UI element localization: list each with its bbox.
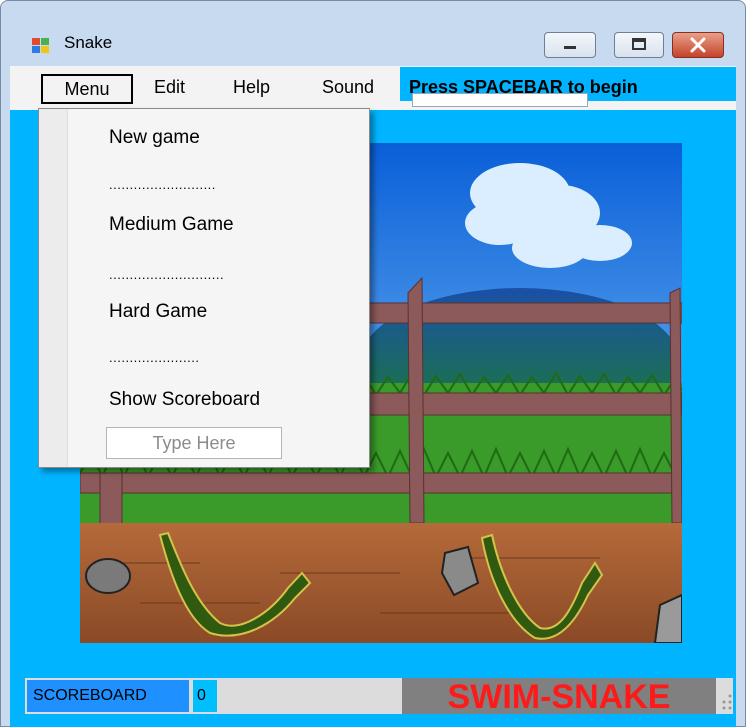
scoreboard-value: 0 <box>193 680 217 712</box>
close-icon <box>690 37 706 53</box>
menu-hard-game[interactable]: Hard Game <box>109 301 207 323</box>
app-window-icon <box>32 38 50 54</box>
menu-item-sound[interactable]: Sound <box>322 77 374 98</box>
menu-separator-1: .......................... <box>109 177 216 192</box>
menu-dropdown: New game .......................... Medi… <box>38 108 370 468</box>
menu-separator-2: ............................ <box>109 267 225 282</box>
minimize-icon <box>564 46 576 49</box>
menu-item-help[interactable]: Help <box>233 77 270 98</box>
close-button[interactable] <box>672 32 724 58</box>
maximize-button[interactable] <box>614 32 664 58</box>
menu-show-scoreboard[interactable]: Show Scoreboard <box>109 389 260 411</box>
menu-separator-3: ...................... <box>109 350 200 365</box>
game-title-label: SWIM-SNAKE <box>402 678 716 716</box>
scoreboard-label: SCOREBOARD <box>27 680 189 712</box>
menu-new-game[interactable]: New game <box>109 127 200 149</box>
menu-item-menu[interactable]: Menu <box>41 74 133 104</box>
maximize-icon <box>632 38 646 50</box>
minimize-button[interactable] <box>544 32 596 58</box>
dropdown-icon-gutter <box>39 109 68 467</box>
menu-medium-game[interactable]: Medium Game <box>109 214 234 236</box>
title-bar[interactable]: Snake <box>0 0 746 60</box>
menu-item-edit[interactable]: Edit <box>154 77 185 98</box>
start-instruction-text: Press SPACEBAR to begin <box>409 77 638 97</box>
menu-type-here-input[interactable]: Type Here <box>106 427 282 459</box>
resize-grip-icon[interactable] <box>718 690 734 710</box>
window-title: Snake <box>64 33 113 52</box>
